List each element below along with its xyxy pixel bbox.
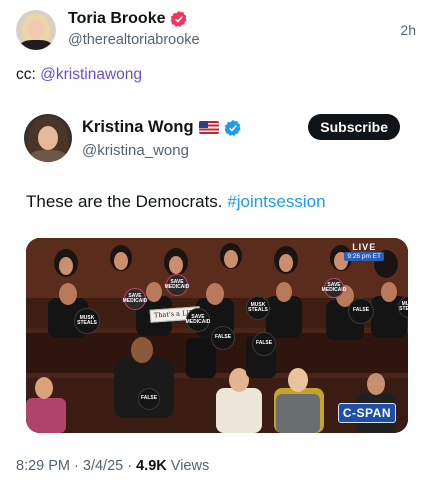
verified-badge-icon <box>170 10 187 27</box>
protest-sign: SAVE MEDICAID <box>322 278 346 298</box>
protest-sign: FALSE <box>138 388 160 410</box>
quoted-author-avatar[interactable] <box>24 114 72 162</box>
author-handle[interactable]: @therealtoriabrooke <box>68 32 200 48</box>
post-meta: 8:29 PM · 3/4/25 · 4.9K Views <box>16 458 209 474</box>
subscribe-button[interactable]: Subscribe <box>308 114 400 140</box>
hashtag-link[interactable]: #jointsession <box>227 192 325 211</box>
protest-sign: SAVE MEDICAID <box>165 274 189 296</box>
us-flag-icon <box>198 121 219 134</box>
author-name-row: Toria Brooke <box>68 10 188 28</box>
media-image[interactable]: LIVE 9:26 pm ET MUSK STEALS SAVE MEDICAI… <box>26 238 408 433</box>
live-indicator: LIVE 9:26 pm ET <box>344 242 384 261</box>
quoted-text: These are the Democrats. #jointsession <box>26 192 326 212</box>
protest-sign: FALSE <box>348 298 374 324</box>
live-label: LIVE <box>352 242 377 252</box>
quoted-text-body: These are the Democrats. <box>26 192 228 211</box>
views-count[interactable]: 4.9K <box>136 458 167 474</box>
mention-link[interactable]: @kristinawong <box>40 66 142 83</box>
protest-sign: SAVE MEDICAID <box>186 308 210 332</box>
post-timestamp[interactable]: 2h <box>400 22 416 38</box>
post-date[interactable]: 3/4/25 <box>83 458 123 474</box>
verified-badge-icon <box>224 119 241 136</box>
protest-sign: MUSK STEALS <box>74 308 100 334</box>
post-header: Toria Brooke @therealtoriabrooke 2h <box>16 6 416 54</box>
cspan-logo: C-SPAN <box>337 403 396 423</box>
meta-separator: · <box>70 458 83 474</box>
views-label: Views <box>166 458 210 474</box>
live-time: 9:26 pm ET <box>344 252 384 261</box>
meta-separator: · <box>123 458 137 474</box>
author-name[interactable]: Toria Brooke <box>68 10 166 28</box>
quoted-name-row: Kristina Wong <box>82 118 242 137</box>
protest-sign: FALSE <box>211 326 235 350</box>
quoted-author-handle[interactable]: @kristina_wong <box>82 142 189 159</box>
protest-sign: SAVE MEDICAID <box>123 288 147 310</box>
quoted-author-name[interactable]: Kristina Wong <box>82 118 194 137</box>
author-avatar[interactable] <box>16 10 56 50</box>
protest-sign: MUSK STEALS <box>246 296 270 320</box>
post-time[interactable]: 8:29 PM <box>16 458 70 474</box>
protest-sign: FALSE <box>252 332 276 356</box>
post-text: cc: @kristinawong <box>16 66 142 84</box>
post-text-prefix: cc: <box>16 66 41 83</box>
